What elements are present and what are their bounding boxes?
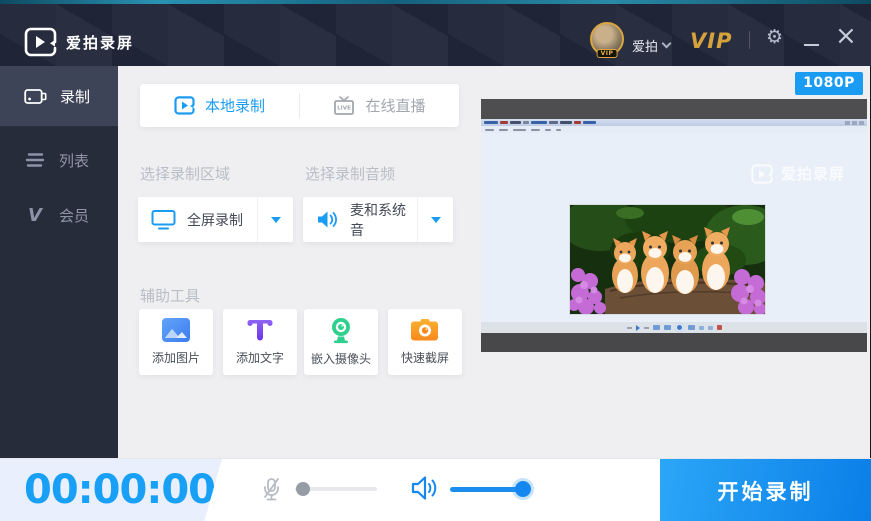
live-tv-icon: LIVE <box>333 96 355 116</box>
vip-button[interactable]: VIP <box>690 29 732 53</box>
tools-section-label: 辅助工具 <box>140 285 200 306</box>
webcam-icon <box>327 317 355 344</box>
preview-captured-window-titlebar <box>481 119 867 126</box>
tool-add-text[interactable]: 添加文字 <box>223 309 297 375</box>
caret-down-icon <box>271 217 281 223</box>
preview-captured-content: 爱拍录屏 <box>481 133 867 322</box>
region-dropdown-value: 全屏录制 <box>187 210 257 230</box>
svg-text:LIVE: LIVE <box>338 105 352 111</box>
preview-captured-taskbar <box>481 333 867 352</box>
settings-gear-icon[interactable]: ⚙ <box>766 26 783 48</box>
sidebar-item-list[interactable]: 列表 <box>0 130 118 190</box>
audio-dropdown-caret-zone[interactable] <box>417 197 453 242</box>
speaker-icon <box>316 209 339 230</box>
watermark-logo-icon <box>751 164 773 184</box>
tool-label: 添加文字 <box>236 349 284 366</box>
sidebar-item-label: 会员 <box>59 205 89 226</box>
sidebar-item-member[interactable]: V 会员 <box>0 185 118 245</box>
record-mode-tabs: 本地录制 LIVE 在线直播 <box>140 84 459 127</box>
system-volume-slider-handle[interactable] <box>515 481 531 497</box>
tool-label: 快速截屏 <box>401 349 449 366</box>
tab-label: 在线直播 <box>365 95 425 116</box>
username-label[interactable]: 爱拍 <box>632 36 658 55</box>
app-title: 爱拍录屏 <box>66 32 134 53</box>
recording-timer: 00:00:00 <box>24 467 196 513</box>
audio-dropdown[interactable]: 麦和系统音 <box>303 197 453 242</box>
region-dropdown[interactable]: 全屏录制 <box>138 197 293 242</box>
app-window: 爱拍录屏 VIP 爱拍 VIP ⚙ × 录制 列 <box>0 0 871 521</box>
tool-embed-webcam[interactable]: 嵌入摄像头 <box>304 309 378 375</box>
tab-online-live[interactable]: LIVE 在线直播 <box>300 84 459 127</box>
preview-captured-menubar <box>481 126 867 133</box>
region-section-label: 选择录制区域 <box>140 163 230 184</box>
camera-icon <box>24 86 47 106</box>
avatar-vip-badge: VIP <box>597 49 618 58</box>
kittens-photo <box>570 205 765 314</box>
sidebar: 录制 列表 V 会员 <box>0 66 118 458</box>
caret-down-icon <box>431 217 441 223</box>
list-icon <box>24 151 46 169</box>
quality-badge: 1080P <box>795 72 863 95</box>
screen-preview: 爱拍录屏 <box>481 99 867 352</box>
mic-volume-slider-handle[interactable] <box>296 482 310 496</box>
mic-muted-icon[interactable] <box>258 476 285 503</box>
tab-label: 本地录制 <box>205 95 265 116</box>
audio-section-label: 选择录制音频 <box>305 163 395 184</box>
region-dropdown-caret-zone[interactable] <box>257 197 293 242</box>
screenshot-camera-icon <box>410 317 440 343</box>
app-logo-icon <box>24 27 57 57</box>
close-button[interactable]: × <box>835 23 857 49</box>
watermark-text: 爱拍录屏 <box>781 163 845 184</box>
sidebar-item-label: 列表 <box>59 150 89 171</box>
titlebar-divider <box>749 31 750 49</box>
preview-watermark: 爱拍录屏 <box>751 163 845 184</box>
play-square-icon <box>174 96 195 115</box>
sidebar-item-label: 录制 <box>60 86 90 107</box>
monitor-icon <box>151 209 176 230</box>
tool-label: 添加图片 <box>152 349 200 366</box>
tab-local-record[interactable]: 本地录制 <box>140 84 299 127</box>
sidebar-item-record[interactable]: 录制 <box>0 66 118 126</box>
add-image-icon <box>161 317 191 343</box>
tool-label: 嵌入摄像头 <box>311 350 371 367</box>
audio-dropdown-value: 麦和系统音 <box>350 200 417 240</box>
preview-captured-toolbar <box>481 322 867 333</box>
add-text-icon <box>245 317 275 343</box>
avatar[interactable]: VIP <box>590 22 624 56</box>
tool-add-image[interactable]: 添加图片 <box>139 309 213 375</box>
start-record-button[interactable]: 开始录制 <box>660 459 871 521</box>
preview-window-controls <box>845 121 864 125</box>
system-volume-icon[interactable] <box>410 475 438 501</box>
tool-quick-screenshot[interactable]: 快速截屏 <box>388 309 462 375</box>
chevron-down-icon[interactable] <box>662 39 672 49</box>
minimize-button[interactable] <box>804 28 819 46</box>
titlebar: 爱拍录屏 VIP 爱拍 VIP ⚙ × <box>0 4 871 66</box>
vip-v-icon: V <box>24 205 46 226</box>
preview-captured-dark-bar <box>481 99 867 119</box>
timer-panel: 00:00:00 <box>0 459 222 521</box>
